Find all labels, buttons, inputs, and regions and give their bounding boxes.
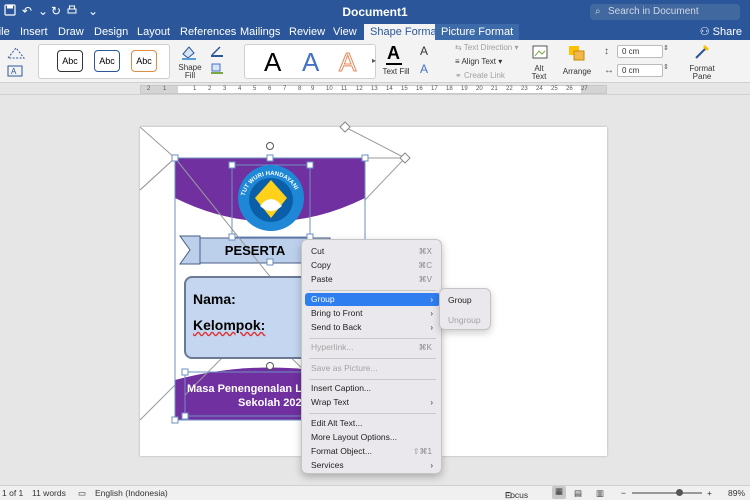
menu-item-paste[interactable]: Paste ⌘V: [305, 273, 440, 286]
menu-item-send-to-back[interactable]: Send to Back ›: [305, 321, 440, 334]
logo-caption: TUT WURI HANDAYANI: [241, 171, 299, 197]
menu-item-label: Copy: [311, 260, 331, 270]
submenu-arrow-icon: ›: [430, 461, 433, 470]
menu-item-shortcut: ⌘V: [418, 275, 432, 284]
footer-line-1[interactable]: Masa Penengenalan Lin: [187, 383, 312, 395]
zoom-slider-track[interactable]: [632, 492, 702, 494]
submenu-arrow-icon: ›: [430, 295, 433, 304]
word-count[interactable]: 11 words: [32, 488, 66, 498]
language-status[interactable]: English (Indonesia): [95, 488, 168, 498]
menu-item-shortcut: ⇧⌘1: [412, 447, 432, 456]
submenu-item-ungroup[interactable]: Ungroup: [448, 315, 481, 325]
zoom-level[interactable]: 89%: [728, 488, 745, 498]
menu-item-label: Services: [311, 460, 344, 470]
menu-item-label: Bring to Front: [311, 308, 363, 318]
footer-line-2[interactable]: Sekolah 2023: [238, 397, 308, 409]
menu-item-edit-alt-text[interactable]: Edit Alt Text...: [305, 417, 440, 430]
menu-separator: [309, 358, 436, 359]
menu-item-cut[interactable]: Cut ⌘X: [305, 245, 440, 258]
menu-item-format-object[interactable]: Format Object... ⇧⌘1: [305, 445, 440, 458]
read-mode-icon[interactable]: ▥: [596, 488, 604, 499]
menu-item-label: Send to Back: [311, 322, 362, 332]
menu-item-services[interactable]: Services ›: [305, 459, 440, 472]
menu-item-bring-to-front[interactable]: Bring to Front ›: [305, 307, 440, 320]
rotate-handle-2: [266, 362, 274, 370]
menu-item-shortcut: ⌘C: [418, 261, 432, 270]
menu-item-label: More Layout Options...: [311, 432, 397, 442]
context-menu: Cut ⌘X Copy ⌘C Paste ⌘V Group › Bring to Fro…: [301, 239, 442, 474]
menu-item-wrap-text[interactable]: Wrap Text ›: [305, 396, 440, 409]
menu-item-label: Save as Picture...: [311, 363, 378, 373]
menu-separator: [309, 413, 436, 414]
nama-label[interactable]: Nama:: [193, 291, 236, 307]
submenu-item-group[interactable]: Group: [448, 295, 472, 305]
menu-item-label: Wrap Text: [311, 397, 349, 407]
kelompok-label[interactable]: Kelompok:: [193, 317, 265, 333]
zoom-slider-thumb[interactable]: [676, 489, 683, 496]
menu-item-insert-caption[interactable]: Insert Caption...: [305, 382, 440, 395]
ribbon-left-tail: [179, 235, 201, 265]
menu-item-hyperlink[interactable]: Hyperlink... ⌘K: [305, 341, 440, 354]
menu-item-shortcut: ⌘X: [418, 247, 432, 256]
menu-separator: [309, 290, 436, 291]
svg-text:TUT WURI HANDAYANI: TUT WURI HANDAYANI: [241, 171, 299, 197]
page-count[interactable]: 1 of 1: [2, 488, 23, 498]
menu-item-label: Paste: [311, 274, 333, 284]
submenu-arrow-icon: ›: [430, 309, 433, 318]
focus-label: Focus: [505, 490, 529, 500]
zoom-in-icon[interactable]: +: [707, 488, 712, 498]
menu-item-label: Hyperlink...: [311, 342, 354, 352]
rotate-handle: [266, 142, 274, 150]
proofing-icon[interactable]: ▭: [78, 488, 86, 499]
print-layout-view-icon[interactable]: ▦: [552, 486, 566, 499]
submenu-arrow-icon: ›: [430, 323, 433, 332]
group-submenu: Group Ungroup: [439, 288, 491, 330]
web-layout-view-icon[interactable]: ▤: [574, 488, 582, 499]
submenu-arrow-icon: ›: [430, 398, 433, 407]
menu-item-group[interactable]: Group ›: [305, 293, 440, 306]
menu-item-label: Insert Caption...: [311, 383, 372, 393]
logo-text-arc: TUT WURI HANDAYANI: [241, 171, 299, 197]
menu-item-copy[interactable]: Copy ⌘C: [305, 259, 440, 272]
menu-item-more-layout-options[interactable]: More Layout Options...: [305, 431, 440, 444]
menu-item-label: Group: [311, 294, 335, 304]
menu-separator: [309, 379, 436, 380]
menu-item-save-as-picture[interactable]: Save as Picture...: [305, 362, 440, 375]
menu-item-label: Cut: [311, 246, 325, 256]
menu-item-label: Format Object...: [311, 446, 372, 456]
menu-separator: [309, 338, 436, 339]
zoom-out-icon[interactable]: −: [621, 488, 626, 498]
menu-item-shortcut: ⌘K: [418, 343, 432, 352]
peserta-text[interactable]: PESERTA: [205, 240, 305, 262]
menu-item-label: Edit Alt Text...: [311, 418, 363, 428]
status-bar: 1 of 1 11 words ▭ English (Indonesia) ⊡ …: [0, 485, 750, 500]
